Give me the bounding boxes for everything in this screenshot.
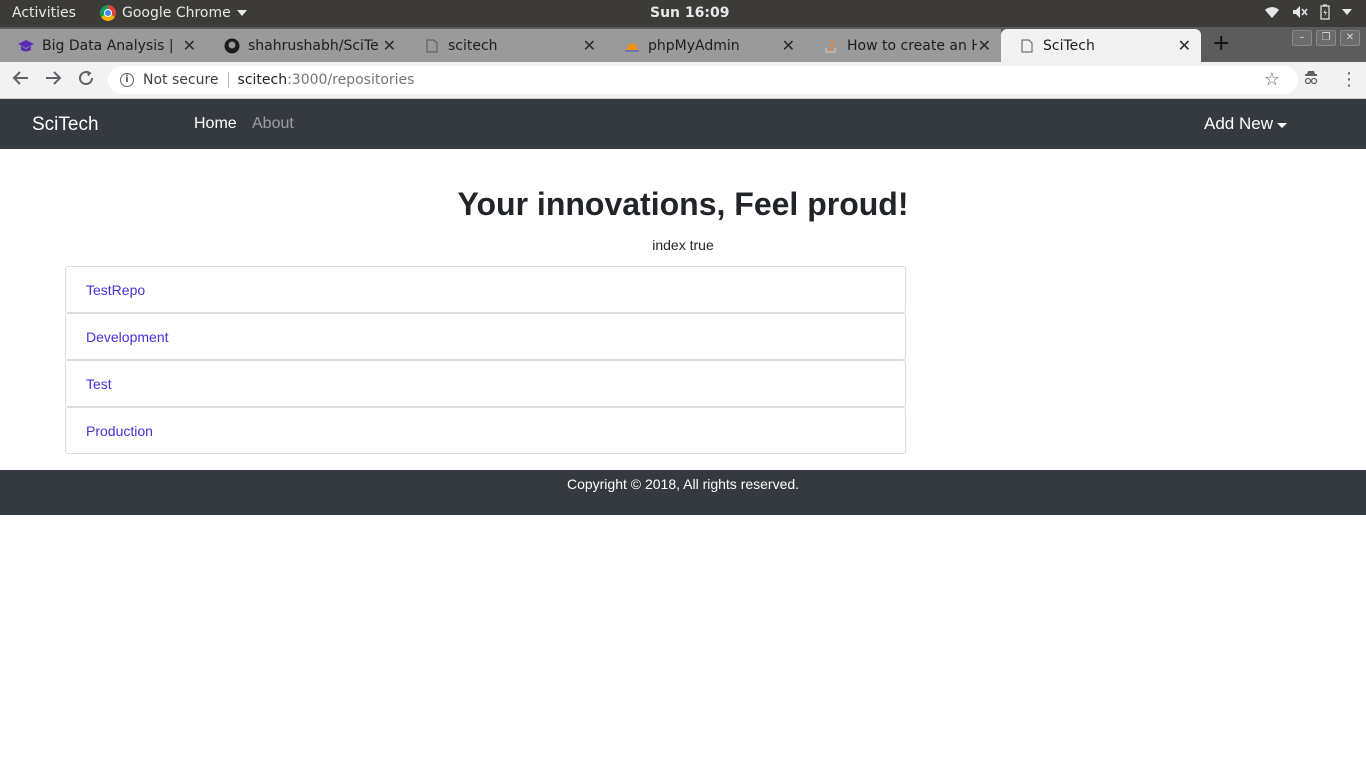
restore-icon[interactable]: ❐ [1316, 30, 1336, 46]
add-new-dropdown[interactable]: Add New [1204, 114, 1287, 134]
repository-link[interactable]: Development [86, 329, 169, 345]
star-icon[interactable]: ☆ [1264, 69, 1280, 90]
arrow-right-icon [46, 71, 62, 85]
phpmyadmin-icon [624, 38, 640, 54]
site-navbar: SciTech Home About Add New [0, 99, 1366, 149]
list-item: Development [65, 313, 906, 360]
repository-link[interactable]: Test [86, 376, 112, 392]
site-footer: Copyright © 2018, All rights reserved. [0, 470, 1366, 515]
close-icon[interactable]: ✕ [1178, 36, 1191, 55]
wifi-icon [1265, 7, 1279, 18]
github-icon [224, 38, 240, 54]
back-button[interactable] [12, 69, 30, 92]
close-window-icon[interactable]: ✕ [1340, 30, 1360, 46]
info-icon[interactable]: i [120, 73, 134, 87]
tab-label: How to create an HT [847, 37, 977, 54]
list-item: Production [65, 407, 906, 454]
security-label[interactable]: Not secure [143, 72, 219, 88]
close-icon[interactable]: ✕ [782, 36, 795, 55]
document-icon [1019, 38, 1035, 54]
repository-link[interactable]: TestRepo [86, 282, 145, 298]
browser-tab-active[interactable]: SciTech ✕ [1001, 29, 1201, 62]
clock[interactable]: Sun 16:09 [650, 5, 729, 21]
app-menu[interactable]: Google Chrome [100, 5, 247, 21]
list-item: TestRepo [65, 266, 906, 313]
tab-strip: Big Data Analysis | F ✕ shahrushabh/SciT… [0, 27, 1366, 62]
system-tray[interactable] [1264, 4, 1352, 20]
browser-tab[interactable]: Big Data Analysis | F ✕ [0, 29, 207, 62]
stackoverflow-icon [823, 38, 839, 54]
url-host: scitech [237, 72, 288, 88]
brand-logo[interactable]: SciTech [32, 114, 99, 136]
battery-icon [1320, 4, 1330, 20]
caret-down-icon [1276, 122, 1287, 128]
address-bar[interactable]: i Not secure scitech:3000/repositories ☆ [108, 66, 1298, 94]
list-item: Test [65, 360, 906, 407]
repository-link[interactable]: Production [86, 423, 153, 439]
copyright-text: Copyright © 2018, All rights reserved. [566, 476, 800, 492]
menu-kebab-icon[interactable]: ⋮ [1340, 69, 1358, 90]
forward-button[interactable] [44, 69, 62, 92]
tab-label: Big Data Analysis | F [42, 37, 172, 54]
close-icon[interactable]: ✕ [183, 36, 196, 55]
add-new-label: Add New [1204, 114, 1273, 133]
window-controls: – ❐ ✕ [1292, 30, 1360, 46]
browser-tab[interactable]: shahrushabh/SciTec ✕ [206, 29, 407, 62]
close-icon[interactable]: ✕ [978, 36, 991, 55]
app-menu-label: Google Chrome [122, 5, 231, 21]
browser-tab[interactable]: scitech ✕ [406, 29, 607, 62]
chrome-icon [100, 5, 116, 21]
system-top-bar: Activities Google Chrome Sun 16:09 [0, 0, 1366, 27]
tab-label: scitech [448, 37, 498, 54]
volume-muted-icon [1293, 6, 1308, 18]
minimize-icon[interactable]: – [1292, 30, 1312, 46]
chevron-down-icon [1342, 9, 1352, 15]
tab-label: phpMyAdmin [648, 37, 740, 54]
browser-tab[interactable]: How to create an HT ✕ [805, 29, 1001, 62]
url-path: :3000/repositories [287, 72, 415, 88]
graduation-cap-icon [18, 38, 34, 54]
browser-tab[interactable]: phpMyAdmin ✕ [606, 29, 806, 62]
tab-label: shahrushabh/SciTec [248, 37, 378, 54]
incognito-extension-icon[interactable] [1303, 71, 1319, 89]
reload-icon [79, 70, 94, 86]
chevron-down-icon [236, 10, 247, 16]
index-status-text: index true [652, 237, 714, 253]
new-tab-button[interactable]: + [1212, 31, 1230, 56]
reload-button[interactable] [77, 69, 95, 92]
repository-list: TestRepo Development Test Production [65, 266, 906, 454]
page-title: Your innovations, Feel proud! [457, 186, 909, 222]
tab-label: SciTech [1043, 37, 1095, 54]
nav-link-about[interactable]: About [252, 115, 294, 133]
close-icon[interactable]: ✕ [383, 36, 396, 55]
browser-toolbar: i Not secure scitech:3000/repositories ☆… [0, 62, 1366, 99]
activities-button[interactable]: Activities [12, 5, 76, 21]
arrow-left-icon [12, 71, 28, 85]
close-icon[interactable]: ✕ [583, 36, 596, 55]
nav-link-home[interactable]: Home [194, 115, 237, 133]
document-icon [424, 38, 440, 54]
divider [227, 72, 229, 88]
